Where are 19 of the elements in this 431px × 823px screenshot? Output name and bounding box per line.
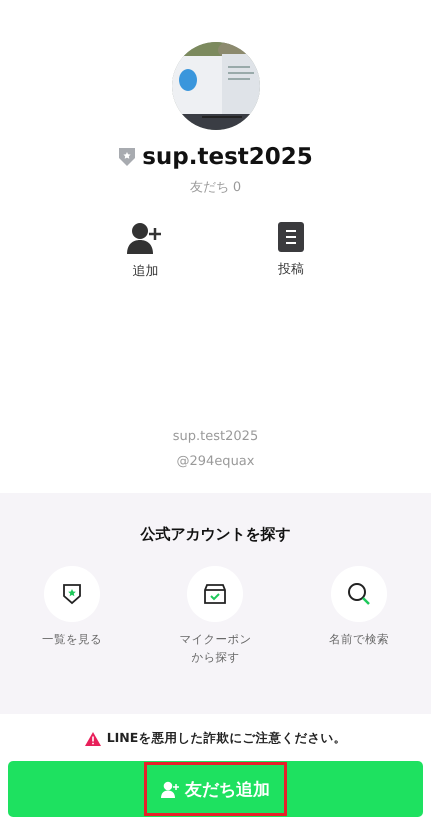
- shield-star-icon: [118, 147, 136, 167]
- warning-text: LINEを悪用した詐欺にご注意ください。: [106, 730, 346, 747]
- add-person-icon: [161, 780, 179, 798]
- account-name: sup.test2025: [142, 144, 313, 170]
- line-id: @294equax: [176, 454, 254, 469]
- friend-count: 友だち 0: [190, 179, 242, 196]
- search-icon: [346, 581, 372, 607]
- warning-icon: [84, 732, 101, 746]
- shield-star-icon: [62, 583, 82, 605]
- post-action-button[interactable]: 投稿: [278, 222, 304, 280]
- section-title: 公式アカウントを探す: [140, 525, 290, 544]
- explore-item[interactable]: 名前で検索: [287, 566, 431, 667]
- account-name-text: sup.test2025: [172, 429, 258, 444]
- box-check-icon: [203, 583, 228, 605]
- add-person-icon: [127, 222, 164, 254]
- explore-item[interactable]: 一覧を見る: [0, 566, 144, 667]
- explore-item[interactable]: マイクーポンから探す: [144, 566, 288, 667]
- post-icon: [278, 222, 304, 252]
- add-action-button[interactable]: 追加: [127, 222, 164, 280]
